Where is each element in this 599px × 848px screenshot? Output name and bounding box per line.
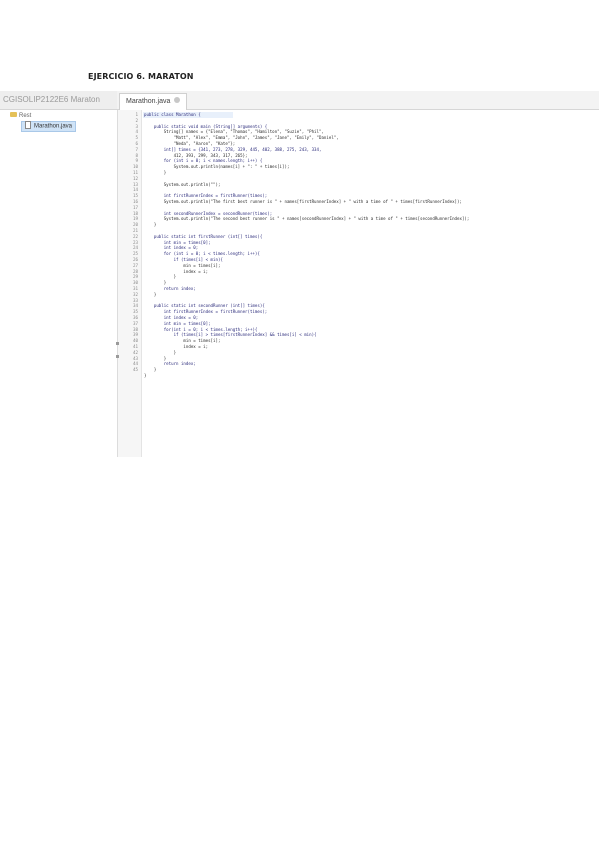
code-line: } — [144, 291, 157, 297]
code-line: } — [144, 373, 147, 378]
code-line: System.out.println("The second best runn… — [144, 216, 470, 222]
fold-marker-icon[interactable] — [116, 355, 119, 358]
close-icon[interactable] — [174, 97, 181, 104]
line-number: 45 — [132, 367, 138, 373]
code-editor[interactable]: 1 2 3 4 5 6 7 8 9 10 11 12 13 14 15 16 17 18 19 20 21 22 23 24 2… — [117, 110, 599, 457]
tree-item-marathon-java[interactable]: Marathon.java — [21, 121, 77, 132]
code-line: System.out.println("The first best runne… — [144, 199, 462, 204]
code-line: public class Marathon { — [144, 112, 201, 117]
folder-icon — [10, 111, 17, 117]
code-line: } — [144, 222, 157, 228]
tab-label: Marathon.java — [126, 98, 171, 105]
tab-marathon-java[interactable]: Marathon.java — [119, 93, 188, 110]
tree-root-label: Rest — [19, 113, 32, 119]
page-heading: EJERCICIO 6. MARATON — [88, 72, 194, 81]
code-line: } — [144, 170, 167, 175]
project-tree: Rest Marathon.java — [0, 110, 117, 457]
code-line: System.out.println(""); — [144, 181, 221, 187]
project-explorer-header: CGISOLIP2122E6 Maraton — [0, 91, 117, 110]
code-area[interactable]: public class Marathon { public static vo… — [143, 110, 599, 457]
editor-tab-bar: Marathon.java — [117, 91, 599, 110]
line-number-gutter: 1 2 3 4 5 6 7 8 9 10 11 12 13 14 15 16 17 18 19 20 21 22 23 24 2… — [118, 110, 142, 457]
tree-item-root[interactable]: Rest — [10, 111, 32, 121]
tree-file-label: Marathon.java — [34, 123, 73, 130]
project-name[interactable]: CGISOLIP2122E6 Maraton — [3, 95, 100, 104]
java-file-icon — [25, 121, 31, 129]
ide-screenshot: CGISOLIP2122E6 Maraton Marathon.java Res… — [0, 91, 599, 457]
fold-marker-icon[interactable] — [116, 342, 119, 345]
